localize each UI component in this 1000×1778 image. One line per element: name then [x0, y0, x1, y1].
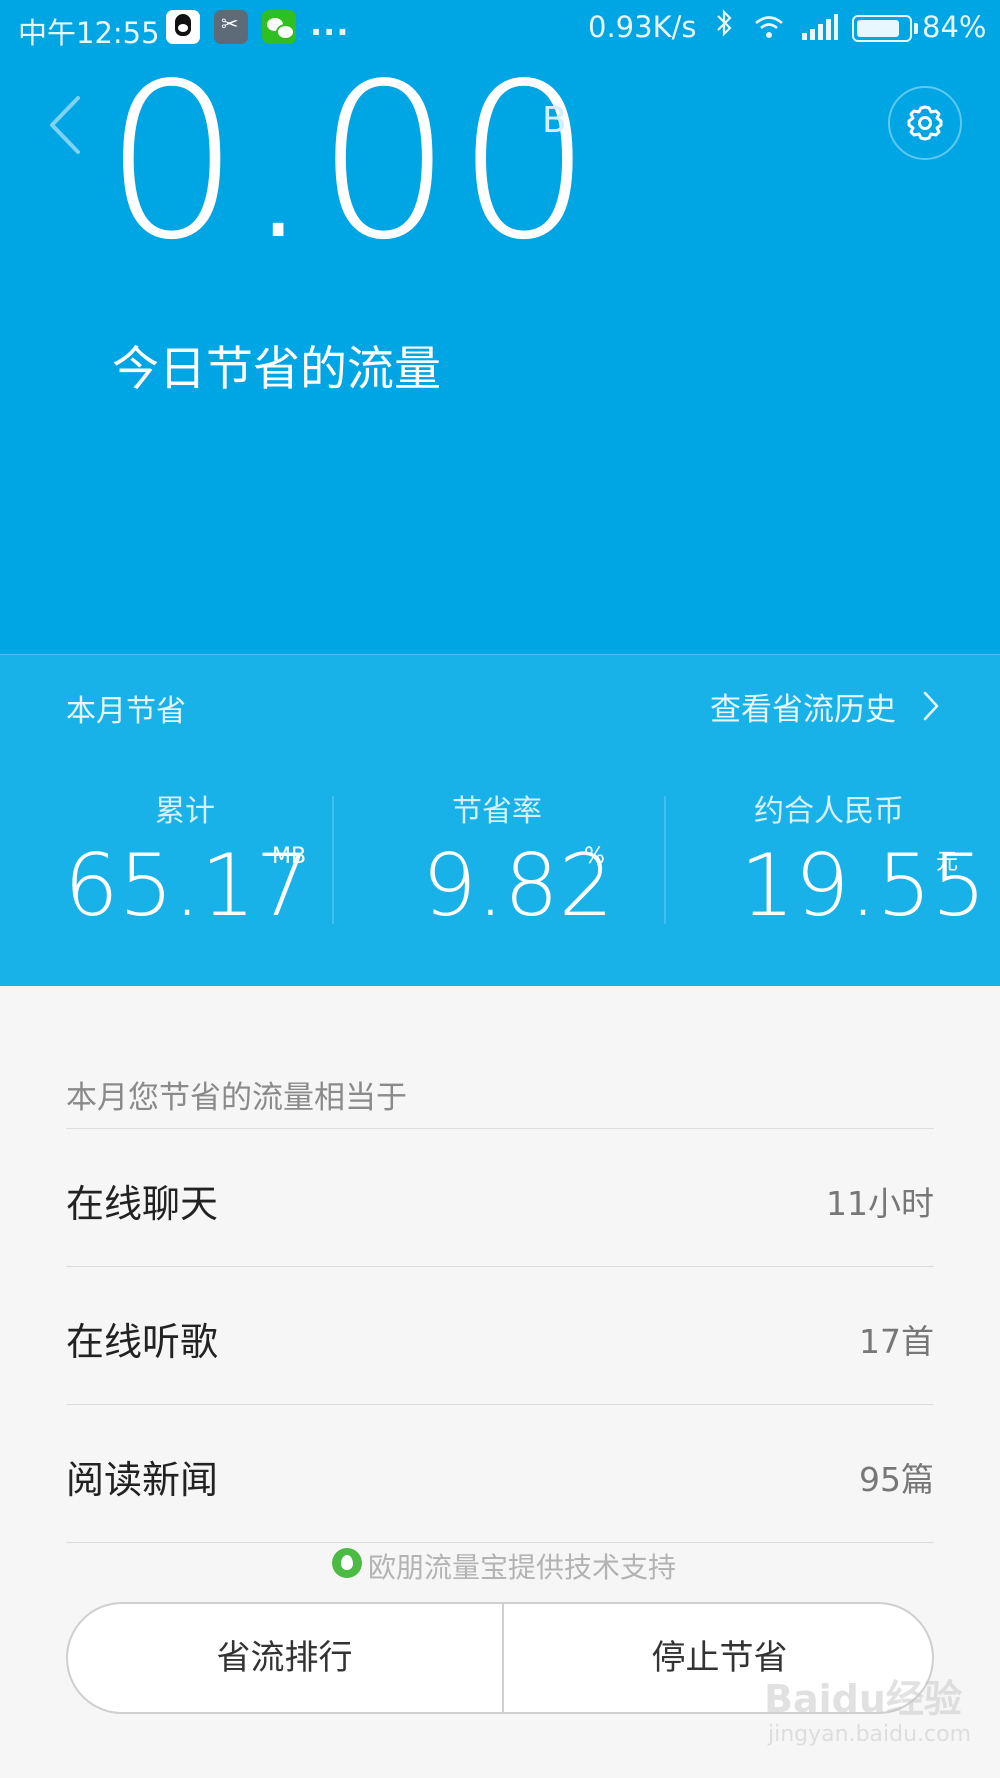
- stat-total-unit: MB: [272, 844, 307, 869]
- back-button[interactable]: [44, 94, 90, 156]
- battery-icon: [852, 15, 912, 42]
- history-link-label: 查看省流历史: [710, 692, 896, 728]
- watermark-main: Baidu经验: [764, 1677, 962, 1721]
- list-item-value: 11小时: [826, 1184, 934, 1223]
- wifi-icon: [754, 14, 784, 40]
- stat-rate-label: 节省率: [452, 794, 542, 829]
- list-item-value: 95篇: [859, 1460, 934, 1499]
- signal-icon: [802, 14, 838, 40]
- stat-divider: [332, 796, 334, 924]
- saved-today-unit: B: [542, 100, 567, 141]
- stat-total: 累计 65.17 MB: [40, 786, 330, 936]
- list-item-label: 在线听歌: [66, 1320, 219, 1364]
- stat-rate-unit: %: [584, 844, 605, 869]
- list-item-value: 17首: [859, 1322, 934, 1361]
- tech-support-text: 欧朋流量宝提供技术支持: [368, 1551, 677, 1584]
- stat-total-label: 累计: [155, 794, 215, 829]
- battery-tip: [914, 23, 918, 34]
- watermark-sub: jingyan.baidu.com: [768, 1722, 972, 1747]
- chevron-left-icon: [50, 96, 80, 154]
- stat-rate: 节省率 9.82 %: [352, 786, 642, 936]
- history-link[interactable]: 查看省流历史: [710, 684, 939, 728]
- list-item: 在线聊天 11小时: [66, 1128, 934, 1266]
- month-saved-label: 本月节省: [66, 694, 186, 729]
- list-item-label: 在线聊天: [66, 1182, 219, 1226]
- stat-money-unit: 元: [936, 850, 959, 875]
- stat-money: 约合人民币 19.55 元: [684, 786, 986, 936]
- provider-logo-icon: [332, 1548, 362, 1578]
- list-item-label: 阅读新闻: [66, 1458, 219, 1502]
- stat-divider: [664, 796, 666, 924]
- list-divider: [66, 1542, 934, 1543]
- saved-today-label: 今日节省的流量: [112, 342, 441, 397]
- chevron-right-icon: [923, 691, 939, 721]
- ranking-button[interactable]: 省流排行: [68, 1604, 501, 1712]
- equivalent-title: 本月您节省的流量相当于: [66, 1080, 407, 1116]
- list-item: 在线听歌 17首: [66, 1266, 934, 1404]
- stat-money-label: 约合人民币: [754, 794, 904, 829]
- list-item: 阅读新闻 95篇: [66, 1404, 934, 1542]
- battery-percent: 84%: [922, 10, 987, 44]
- saved-today-value: 0.00: [104, 38, 597, 287]
- network-speed: 0.93K/s: [588, 10, 697, 44]
- settings-button[interactable]: [888, 86, 962, 160]
- gear-icon: [907, 105, 943, 141]
- watermark: Baidu经验 jingyan.baidu.com: [764, 1668, 984, 1764]
- bluetooth-icon: [714, 8, 734, 46]
- battery-level: [857, 20, 899, 37]
